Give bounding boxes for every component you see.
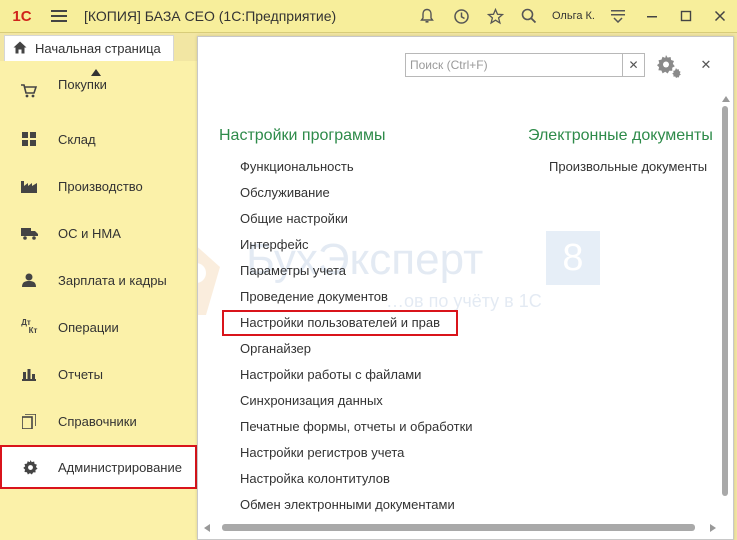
sidebar-item-label: Справочники xyxy=(58,413,137,429)
horizontal-scroll-thumb[interactable] xyxy=(222,524,695,531)
sidebar-item-label: Отчеты xyxy=(58,366,103,382)
sidebar-item-administration[interactable]: Администрирование xyxy=(0,445,197,489)
section-title-electronic-docs: Электронные документы xyxy=(528,127,713,144)
link-functionality[interactable]: Функциональность xyxy=(240,154,354,180)
scroll-up-arrow-icon[interactable] xyxy=(722,96,730,102)
sidebar-item-reports[interactable]: Отчеты xyxy=(0,351,197,397)
sidebar-item-label: Зарплата и кадры xyxy=(58,272,167,288)
link-arbitrary-documents[interactable]: Произвольные документы xyxy=(549,154,707,180)
cart-icon xyxy=(0,84,58,98)
link-document-posting[interactable]: Проведение документов xyxy=(240,284,388,310)
books-icon xyxy=(0,413,58,429)
sidebar-item-operations[interactable]: Дт Кт Операции xyxy=(0,304,197,350)
factory-icon xyxy=(0,179,58,193)
vertical-scroll-thumb[interactable] xyxy=(722,106,728,496)
maximize-icon[interactable] xyxy=(669,0,703,33)
sidebar-item-label: ОС и НМА xyxy=(58,225,121,241)
scroll-right-arrow-icon[interactable] xyxy=(710,524,716,532)
watermark-eight: 8 xyxy=(546,231,600,285)
settings-menu-icon[interactable] xyxy=(601,0,635,33)
history-icon[interactable] xyxy=(444,0,478,33)
sidebar-item-production[interactable]: Производство xyxy=(0,163,197,209)
kt-label: Кт xyxy=(28,326,38,335)
person-icon xyxy=(0,273,58,287)
sidebar-item-label: Производство xyxy=(58,178,143,194)
search-input[interactable] xyxy=(406,54,622,76)
link-register-settings[interactable]: Настройки регистров учета xyxy=(240,440,404,466)
tab-home-label: Начальная страница xyxy=(35,41,161,56)
horizontal-scrollbar[interactable] xyxy=(204,522,716,534)
minimize-icon[interactable] xyxy=(635,0,669,33)
watermark-tagline: …ов по учёту в 1С xyxy=(386,291,542,311)
link-accounting-parameters[interactable]: Параметры учета xyxy=(240,258,346,284)
window-title: [КОПИЯ] БАЗА СЕО (1С:Предприятие) xyxy=(84,8,337,24)
scroll-left-arrow-icon[interactable] xyxy=(204,524,210,532)
sidebar-item-catalogs[interactable]: Справочники xyxy=(0,398,197,444)
user-name[interactable]: Ольга К. xyxy=(552,10,595,22)
admin-panel: ✕ ✕ БухЭксперт 8 …ов по учёту в 1С Настр… xyxy=(197,36,734,540)
link-interface[interactable]: Интерфейс xyxy=(240,232,308,258)
gear-icon xyxy=(2,459,58,475)
section-title-program-settings: Настройки программы xyxy=(219,127,386,144)
link-edi-exchange[interactable]: Обмен электронными документами xyxy=(240,492,455,518)
link-print-forms[interactable]: Печатные формы, отчеты и обработки xyxy=(240,414,473,440)
sidebar-item-fixed-assets[interactable]: ОС и НМА xyxy=(0,210,197,256)
link-headers-footers[interactable]: Настройка колонтитулов xyxy=(240,466,390,492)
warehouse-icon xyxy=(0,132,58,146)
sidebar: Покупки Склад Производство ОС и НМА Зарп… xyxy=(0,61,197,540)
link-file-settings[interactable]: Настройки работы с файлами xyxy=(240,362,421,388)
bar-chart-icon xyxy=(0,367,58,381)
close-window-icon[interactable] xyxy=(703,0,737,33)
owl-logo-icon xyxy=(198,247,220,315)
star-icon[interactable] xyxy=(478,0,512,33)
close-panel-icon[interactable]: ✕ xyxy=(696,55,716,75)
link-data-sync[interactable]: Синхронизация данных xyxy=(240,388,383,414)
sidebar-item-warehouse[interactable]: Склад xyxy=(0,116,197,162)
sidebar-item-label: Покупки xyxy=(58,76,107,92)
app-logo[interactable]: 1С xyxy=(0,0,44,33)
sidebar-item-purchases[interactable]: Покупки xyxy=(0,71,197,111)
menu-icon[interactable] xyxy=(44,0,74,33)
tab-home[interactable]: Начальная страница xyxy=(4,35,174,61)
search-icon[interactable] xyxy=(512,0,546,33)
sidebar-item-label: Склад xyxy=(58,131,96,147)
panel-settings-icon[interactable] xyxy=(656,52,684,80)
bell-icon[interactable] xyxy=(410,0,444,33)
sidebar-item-label: Администрирование xyxy=(58,459,182,475)
link-organizer[interactable]: Органайзер xyxy=(240,336,311,362)
link-maintenance[interactable]: Обслуживание xyxy=(240,180,330,206)
dt-kt-icon: Дт Кт xyxy=(0,319,58,335)
sidebar-item-label: Операции xyxy=(58,319,119,335)
vertical-scrollbar[interactable] xyxy=(719,96,733,528)
link-user-rights-settings[interactable]: Настройки пользователей и прав xyxy=(222,310,459,336)
sidebar-item-salary[interactable]: Зарплата и кадры xyxy=(0,257,197,303)
search-box: ✕ xyxy=(405,53,645,77)
clear-search-icon[interactable]: ✕ xyxy=(622,54,644,76)
title-bar: 1С [КОПИЯ] БАЗА СЕО (1С:Предприятие) Оль… xyxy=(0,0,737,33)
link-general-settings[interactable]: Общие настройки xyxy=(240,206,348,232)
home-icon xyxy=(13,41,27,57)
truck-icon xyxy=(0,227,58,240)
